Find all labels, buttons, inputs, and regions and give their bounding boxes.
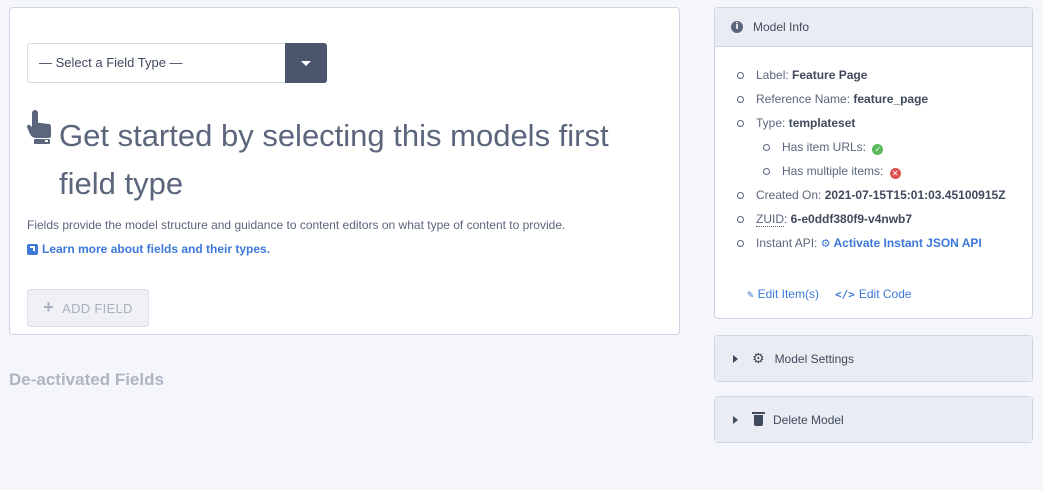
delete-model-title: Delete Model — [773, 412, 844, 427]
learn-more-link[interactable]: Learn more about fields and their types. — [27, 242, 270, 256]
deactivated-fields-heading: De-activated Fields — [9, 370, 164, 389]
list-item: ZUID: 6-e0ddf380f9-v4nwb7 — [737, 209, 1006, 233]
hand-pointer-icon — [27, 110, 51, 144]
model-settings-title: Model Settings — [774, 351, 854, 366]
gear-icon: ⚙ — [820, 237, 831, 250]
edit-code-label: Edit Code — [858, 287, 912, 301]
add-field-button[interactable]: + ADD FIELD — [27, 289, 149, 327]
created-value: 2021-07-15T15:01:03.45100915Z — [824, 188, 1006, 202]
edit-icon: ✎ — [747, 287, 754, 301]
edit-items-link[interactable]: ✎ Edit Item(s) — [747, 287, 819, 301]
gear-icon: ⚙ — [752, 350, 765, 367]
list-item: Created On: 2021-07-15T15:01:03.45100915… — [737, 185, 1006, 209]
list-item: Has multiple items: ✕ — [737, 161, 1006, 185]
reference-value: feature_page — [853, 92, 929, 106]
model-info-title: Model Info — [753, 20, 810, 34]
field-type-dropdown-button[interactable] — [285, 43, 327, 83]
type-value: templateset — [788, 116, 856, 130]
plus-icon: + — [43, 297, 55, 317]
info-icon: i — [731, 21, 743, 33]
delete-model-panel[interactable]: Delete Model — [714, 396, 1033, 443]
model-info-panel: i Model Info Label: Feature Page Referen… — [714, 7, 1033, 319]
list-item: Instant API: ⚙ Activate Instant JSON API — [737, 233, 1006, 257]
times-circle-icon: ✕ — [889, 168, 901, 179]
type-key: Type: — [756, 116, 786, 130]
model-settings-header[interactable]: ⚙ Model Settings — [715, 336, 1032, 381]
external-link-icon — [27, 243, 38, 255]
caret-right-icon — [733, 415, 738, 424]
activate-instant-api-label: Activate Instant JSON API — [833, 236, 982, 250]
label-value: Feature Page — [792, 68, 868, 82]
has-urls-key: Has item URLs: — [782, 140, 867, 154]
instant-api-key: Instant API: — [756, 236, 818, 250]
empty-state-description: Fields provide the model structure and g… — [27, 218, 566, 232]
caret-down-icon — [301, 61, 311, 66]
trash-icon — [752, 412, 765, 426]
model-info-header: i Model Info — [715, 8, 1032, 47]
list-item: Type: templateset — [737, 113, 1006, 137]
label-key: Label: — [756, 68, 789, 82]
list-item: Label: Feature Page — [737, 65, 1006, 89]
learn-more-label: Learn more about fields and their types. — [42, 242, 271, 256]
zuid-value: 6-e0ddf380f9-v4nwb7 — [790, 212, 913, 226]
created-key: Created On: — [756, 188, 822, 202]
caret-right-icon — [733, 354, 738, 363]
list-item: Has item URLs: ✓ — [737, 137, 1006, 161]
reference-key: Reference Name: — [756, 92, 851, 106]
edit-code-link[interactable]: </> Edit Code — [835, 287, 912, 301]
zuid-key: ZUID — [756, 212, 784, 227]
delete-model-header[interactable]: Delete Model — [715, 397, 1032, 442]
model-settings-panel[interactable]: ⚙ Model Settings — [714, 335, 1033, 382]
model-info-list: Label: Feature Page Reference Name: feat… — [737, 65, 1006, 257]
activate-instant-api-link[interactable]: ⚙ Activate Instant JSON API — [821, 236, 982, 250]
empty-state-headline: Get started by selecting this models fir… — [59, 118, 609, 201]
edit-items-label: Edit Item(s) — [757, 287, 819, 301]
list-item: Reference Name: feature_page — [737, 89, 1006, 113]
fields-card: — Select a Field Type — Get started by s… — [9, 7, 680, 335]
model-info-actions: ✎ Edit Item(s) </> Edit Code — [747, 287, 912, 301]
field-type-select[interactable]: — Select a Field Type — — [27, 43, 327, 83]
code-icon: </> — [834, 287, 855, 301]
check-circle-icon: ✓ — [872, 144, 884, 155]
has-multiple-key: Has multiple items: — [782, 164, 884, 178]
field-type-select-value: — Select a Field Type — — [39, 55, 183, 70]
add-field-label: ADD FIELD — [62, 300, 133, 316]
